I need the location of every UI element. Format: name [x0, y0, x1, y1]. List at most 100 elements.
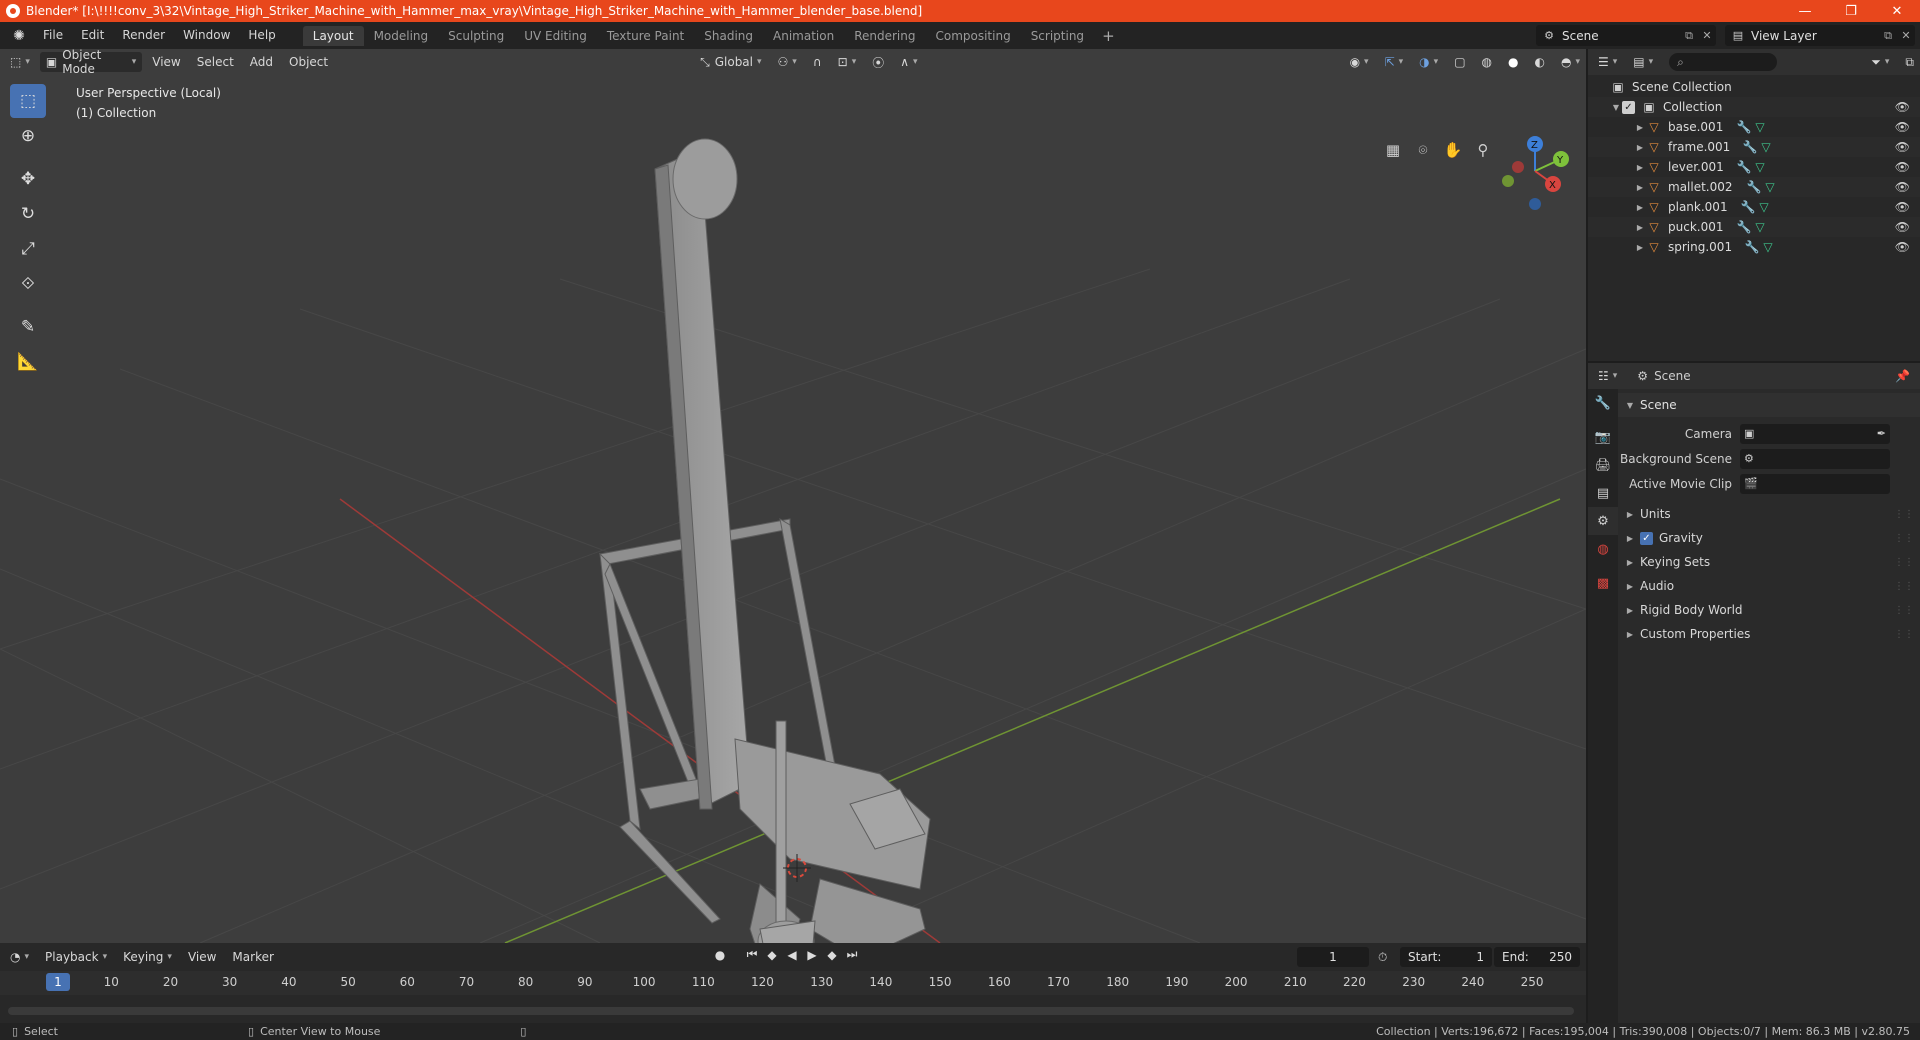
mode-dropdown[interactable]: ▣ Object Mode ▾ — [39, 49, 143, 76]
annotate-tool-icon[interactable]: ✎ — [10, 310, 46, 344]
custom-properties-subpanel[interactable]: ▶ Custom Properties ⋮⋮ — [1618, 622, 1920, 646]
outliner-search-input[interactable]: ⌕ — [1669, 53, 1778, 71]
modifier-icon[interactable]: 🔧 — [1744, 240, 1760, 254]
transform-orientation-dropdown[interactable]: ⤡ Global ▾ — [694, 52, 767, 72]
wireframe-shading-icon[interactable]: ◍ — [1476, 52, 1498, 72]
object-name[interactable]: lever.001 — [1668, 160, 1736, 174]
scale-tool-icon[interactable]: ⤢ — [10, 232, 46, 266]
toggle-perspective-icon[interactable]: ▦ — [1378, 136, 1408, 164]
3d-viewport[interactable]: Z Y X ⬚ ▾ ▣ Object Mode ▾ View Select Add … — [0, 49, 1586, 943]
object-name[interactable]: puck.001 — [1668, 220, 1736, 234]
modifier-icon[interactable]: 🔧 — [1736, 120, 1752, 134]
view-layer-name[interactable]: View Layer — [1751, 29, 1879, 43]
menu-marker[interactable]: Marker — [226, 947, 279, 967]
expand-arrow-icon[interactable]: ▼ — [1610, 103, 1622, 112]
menu-view[interactable]: View — [146, 52, 186, 72]
modifier-icon[interactable]: 🔧 — [1746, 180, 1762, 194]
delete-scene-icon[interactable]: ✕ — [1698, 29, 1716, 42]
tab-rendering[interactable]: Rendering — [844, 26, 925, 46]
cursor-tool-icon[interactable]: ⊕ — [10, 119, 46, 153]
drag-handle-icon[interactable]: ⋮⋮ — [1894, 581, 1914, 592]
rotate-tool-icon[interactable]: ↻ — [10, 197, 46, 231]
units-subpanel[interactable]: ▶ Units ⋮⋮ — [1618, 502, 1920, 526]
eye-icon[interactable]: 👁 — [1895, 140, 1910, 154]
eye-icon[interactable]: 👁 — [1895, 160, 1910, 174]
high-striker-model[interactable] — [599, 138, 931, 943]
menu-file[interactable]: File — [34, 22, 72, 49]
object-name[interactable]: mallet.002 — [1668, 180, 1746, 194]
object-name[interactable]: spring.001 — [1668, 240, 1744, 254]
current-frame-field[interactable]: 1 — [1297, 947, 1369, 967]
gravity-subpanel[interactable]: ▶ ✓ Gravity ⋮⋮ — [1618, 526, 1920, 550]
visibility-icon[interactable]: ◉ ▾ — [1344, 52, 1375, 72]
end-frame-field[interactable]: End: 250 — [1494, 947, 1580, 967]
measure-tool-icon[interactable]: 📐 — [10, 345, 46, 379]
menu-timeline-view[interactable]: View — [182, 947, 222, 967]
expand-arrow-icon[interactable]: ▶ — [1634, 203, 1646, 212]
scene-panel-header[interactable]: ▼ Scene — [1618, 393, 1920, 417]
menu-keying[interactable]: Keying ▾ — [117, 947, 178, 967]
close-button[interactable]: ✕ — [1874, 0, 1920, 22]
solid-shading-icon[interactable]: ● — [1502, 52, 1524, 72]
prev-keyframe-icon[interactable]: ◆ — [762, 948, 782, 962]
drag-handle-icon[interactable]: ⋮⋮ — [1894, 557, 1914, 568]
view-layer-selector[interactable]: ▤ View Layer ⧉ ✕ — [1725, 25, 1915, 46]
scene-name[interactable]: Scene — [1562, 29, 1680, 43]
menu-help[interactable]: Help — [239, 22, 284, 49]
outliner-object-row[interactable]: ▶ ▽ lever.001 🔧 ▽ 👁 — [1588, 157, 1920, 177]
background-scene-field[interactable]: ⚙ — [1740, 448, 1890, 469]
outliner-object-row[interactable]: ▶ ▽ frame.001 🔧 ▽ 👁 — [1588, 137, 1920, 157]
scene-tab-icon[interactable]: ⚙ — [1588, 507, 1618, 535]
expand-arrow-icon[interactable]: ▶ — [1634, 243, 1646, 252]
properties-editor-type-icon[interactable]: ☷ ▾ — [1592, 366, 1623, 386]
gizmo-toggle-icon[interactable]: ⇱ ▾ — [1379, 52, 1410, 72]
start-frame-field[interactable]: Start: 1 — [1400, 947, 1492, 967]
navigation-gizmo[interactable]: Z Y X — [1502, 136, 1569, 210]
active-movie-clip-field[interactable]: 🎬 — [1740, 473, 1890, 494]
pivot-point-icon[interactable]: ⚇ ▾ — [772, 52, 803, 72]
tab-scripting[interactable]: Scripting — [1021, 26, 1094, 46]
tab-sculpting[interactable]: Sculpting — [438, 26, 514, 46]
outliner-object-row[interactable]: ▶ ▽ puck.001 🔧 ▽ 👁 — [1588, 217, 1920, 237]
pin-icon[interactable]: 📌 — [1895, 369, 1910, 383]
tab-layout[interactable]: Layout — [302, 25, 364, 46]
modifier-icon[interactable]: 🔧 — [1736, 220, 1752, 234]
select-box-tool-icon[interactable]: ⬚ — [10, 84, 46, 118]
record-icon[interactable]: ● — [710, 948, 730, 962]
move-tool-icon[interactable]: ✥ — [10, 162, 46, 196]
timeline-scrollbar[interactable] — [8, 1007, 1574, 1015]
outliner-collection[interactable]: ▼ ✓ ▣ Collection 👁 — [1588, 97, 1920, 117]
new-collection-icon[interactable]: ⧉ — [1899, 52, 1920, 72]
tab-animation[interactable]: Animation — [763, 26, 844, 46]
new-scene-icon[interactable]: ⧉ — [1680, 29, 1698, 43]
mesh-data-icon[interactable]: ▽ — [1752, 160, 1768, 174]
texture-tab-icon[interactable]: ▩ — [1588, 569, 1618, 597]
delete-view-layer-icon[interactable]: ✕ — [1897, 29, 1915, 42]
next-keyframe-icon[interactable]: ◆ — [822, 948, 842, 962]
mesh-data-icon[interactable]: ▽ — [1752, 220, 1768, 234]
zoom-icon[interactable]: ⚲ — [1468, 136, 1498, 164]
scene-selector[interactable]: ⚙ Scene ⧉ ✕ — [1536, 25, 1716, 46]
editor-type-button[interactable]: ⬚ ▾ — [4, 52, 36, 72]
current-frame-marker[interactable]: 1 — [46, 973, 70, 991]
filter-icon[interactable]: ⏷ ▾ — [1865, 52, 1895, 72]
audio-subpanel[interactable]: ▶ Audio ⋮⋮ — [1618, 574, 1920, 598]
outliner-object-row[interactable]: ▶ ▽ mallet.002 🔧 ▽ 👁 — [1588, 177, 1920, 197]
tool-tab-icon[interactable]: 🔧 — [1588, 389, 1618, 417]
pan-hand-icon[interactable]: ✋ — [1438, 136, 1468, 164]
eye-icon[interactable]: 👁 — [1895, 120, 1910, 134]
modifier-icon[interactable]: 🔧 — [1742, 140, 1758, 154]
eye-icon[interactable]: 👁 — [1895, 220, 1910, 234]
view-layer-tab-icon[interactable]: ▤ — [1588, 479, 1618, 507]
object-name[interactable]: frame.001 — [1668, 140, 1742, 154]
add-workspace-button[interactable]: + — [1094, 27, 1123, 45]
maximize-button[interactable]: ❐ — [1828, 0, 1874, 22]
object-name[interactable]: plank.001 — [1668, 200, 1740, 214]
transform-tool-icon[interactable]: ⟐ — [10, 267, 46, 301]
expand-arrow-icon[interactable]: ▶ — [1634, 143, 1646, 152]
falloff-icon[interactable]: ∧ ▾ — [894, 52, 923, 72]
object-name[interactable]: base.001 — [1668, 120, 1736, 134]
menu-object[interactable]: Object — [283, 52, 334, 72]
drag-handle-icon[interactable]: ⋮⋮ — [1894, 509, 1914, 520]
material-shading-icon[interactable]: ◐ — [1529, 52, 1551, 72]
